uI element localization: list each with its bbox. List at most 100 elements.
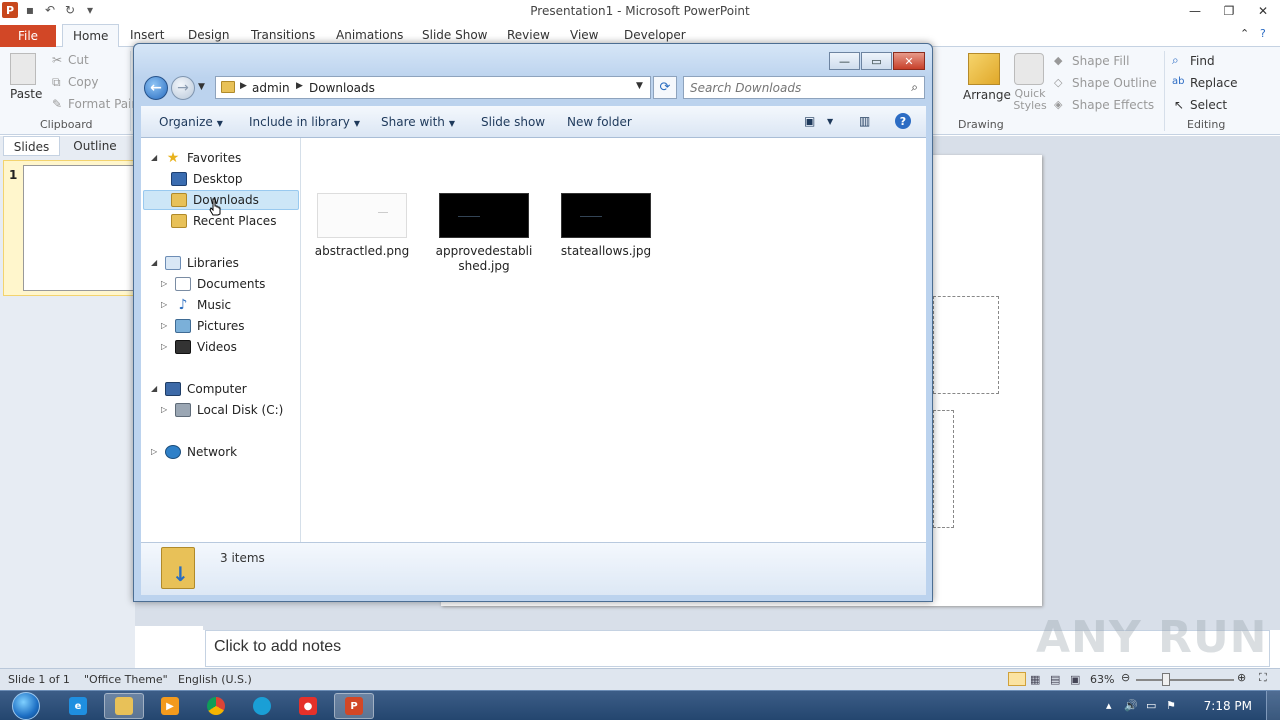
address-bar[interactable]: ▶ admin ▶ Downloads [215,76,651,99]
view-options-dropdown-icon[interactable]: ▼ [827,113,833,129]
reading-view-icon[interactable]: ▤ [1050,673,1060,686]
refresh-icon[interactable]: ⟳ [653,76,677,99]
cut-button[interactable]: Cut [68,53,89,67]
taskbar-powerpoint[interactable]: P [334,693,374,719]
tab-home[interactable]: Home [62,24,120,48]
tab-developer[interactable]: Developer [624,28,686,42]
breadcrumb-downloads[interactable]: Downloads [309,81,375,95]
recent-pages-dropdown-icon[interactable]: ▼ [198,82,205,92]
arrange-icon[interactable] [968,53,1000,85]
collapse-toggle-icon[interactable]: ▷ [151,442,159,462]
help-button[interactable]: ? [895,113,911,129]
quick-styles-button[interactable]: Quick Styles [1010,88,1050,112]
find-button[interactable]: Find [1190,54,1215,68]
explorer-title-bar[interactable] [134,44,932,78]
copy-button[interactable]: Copy [68,75,98,89]
show-hidden-icons-icon[interactable]: ▴ [1106,699,1112,712]
taskbar-explorer[interactable] [104,693,144,719]
forward-button[interactable]: → [171,76,195,100]
tab-transitions[interactable]: Transitions [251,28,315,42]
paste-button[interactable]: Paste [10,87,42,101]
language-status[interactable]: English (U.S.) [178,673,252,686]
tab-slide-show[interactable]: Slide Show [422,28,487,42]
tab-outline[interactable]: Outline [64,136,126,156]
tab-insert[interactable]: Insert [130,28,164,42]
taskbar-anyrun[interactable]: ● [288,693,328,719]
restore-icon[interactable]: ❐ [1212,0,1246,22]
taskbar-chrome[interactable] [196,693,236,719]
replace-button[interactable]: Replace [1190,76,1237,90]
include-in-library-button[interactable]: Include in library ▼ [249,115,360,129]
minimize-icon[interactable]: — [1178,0,1212,22]
start-button[interactable] [6,691,46,720]
change-view-icon[interactable]: ▣ [804,113,815,129]
search-icon[interactable]: ⌕ [911,80,918,95]
minimize-icon[interactable]: — [829,52,860,70]
network-tray-icon[interactable]: ▭ [1146,699,1156,712]
close-icon[interactable]: ✕ [1246,0,1280,22]
subtitle-placeholder[interactable] [933,410,954,528]
expand-toggle-icon[interactable]: ◢ [151,379,159,399]
tab-animations[interactable]: Animations [336,28,403,42]
nav-network[interactable]: ▷ Network [151,442,237,462]
expand-toggle-icon[interactable]: ◢ [151,253,159,273]
new-folder-button[interactable]: New folder [567,115,632,129]
collapse-toggle-icon[interactable]: ▷ [161,295,169,315]
tab-review[interactable]: Review [507,28,550,42]
title-placeholder[interactable] [933,296,999,394]
taskbar-edge[interactable] [242,693,282,719]
zoom-out-icon[interactable]: ⊖ [1121,671,1130,684]
collapse-toggle-icon[interactable]: ▷ [161,274,169,294]
volume-icon[interactable]: 🔊 [1124,699,1138,712]
normal-view-icon[interactable] [1008,672,1026,686]
close-icon[interactable]: ✕ [893,52,925,70]
slideshow-view-icon[interactable]: ▣ [1070,673,1080,686]
nav-videos[interactable]: ▷ Videos [161,337,237,357]
shape-fill-button[interactable]: Shape Fill [1072,54,1129,68]
nav-favorites[interactable]: ◢ ★ Favorites [151,148,241,168]
share-with-button[interactable]: Share with ▼ [381,115,455,129]
nav-computer[interactable]: ◢ Computer [151,379,247,399]
slide-thumbnail[interactable] [23,165,138,291]
nav-local-disk[interactable]: ▷ Local Disk (C:) [161,400,283,420]
clock[interactable]: 7:18 PM [1204,699,1252,713]
collapse-toggle-icon[interactable]: ▷ [161,400,169,420]
breadcrumb-admin[interactable]: admin [252,81,290,95]
taskbar-ie[interactable]: e [58,693,98,719]
zoom-slider-thumb[interactable] [1162,673,1170,686]
file-item[interactable]: abstractled.png [312,193,412,259]
collapse-toggle-icon[interactable]: ▷ [161,316,169,336]
taskbar-media-player[interactable]: ▶ [150,693,190,719]
file-item[interactable]: stateallows.jpg [556,193,656,259]
help-icon[interactable]: ? [1260,27,1266,40]
nav-recent-places[interactable]: Recent Places [171,211,276,231]
zoom-level[interactable]: 63% [1090,673,1114,686]
show-desktop-button[interactable] [1266,691,1280,720]
shape-effects-button[interactable]: Shape Effects [1072,98,1154,112]
file-item[interactable]: approvedestablished.jpg [434,193,534,274]
slide-sorter-icon[interactable]: ▦ [1030,673,1040,686]
ribbon-collapse-icon[interactable]: ⌃ [1240,27,1249,40]
zoom-in-icon[interactable]: ⊕ [1237,671,1246,684]
nav-libraries[interactable]: ◢ Libraries [151,253,239,273]
collapse-toggle-icon[interactable]: ▷ [161,337,169,357]
shape-outline-button[interactable]: Shape Outline [1072,76,1157,90]
preview-pane-icon[interactable]: ▥ [859,113,870,129]
organize-button[interactable]: Organize ▼ [159,115,223,129]
back-button[interactable]: ← [144,76,168,100]
maximize-icon[interactable]: ▭ [861,52,892,70]
nav-downloads[interactable]: Downloads [143,190,299,210]
nav-music[interactable]: ▷ ♪ Music [161,295,231,315]
tab-slides[interactable]: Slides [3,136,60,156]
search-input[interactable] [690,80,900,96]
breadcrumb-separator-icon[interactable]: ▶ [296,81,303,91]
action-center-icon[interactable]: ⚑ [1166,699,1176,712]
expand-toggle-icon[interactable]: ◢ [151,148,159,168]
nav-documents[interactable]: ▷ Documents [161,274,265,294]
nav-desktop[interactable]: Desktop [171,169,243,189]
breadcrumb-separator-icon[interactable]: ▶ [240,81,247,91]
search-box[interactable]: ⌕ [683,76,925,99]
fit-to-window-icon[interactable]: ⛶ [1259,671,1267,685]
slide-show-button[interactable]: Slide show [481,115,545,129]
select-button[interactable]: Select [1190,98,1227,112]
